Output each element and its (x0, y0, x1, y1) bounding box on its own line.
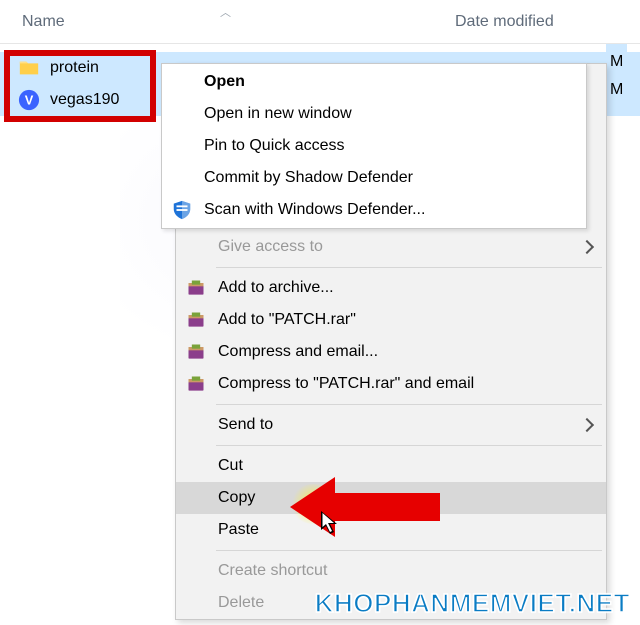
menu-item-open-new-window[interactable]: Open in new window (162, 98, 586, 130)
column-name-header[interactable]: Name (0, 13, 225, 31)
menu-item-add-to-patch-rar[interactable]: Add to "PATCH.rar" (176, 304, 606, 336)
file-name-label: protein (50, 59, 99, 77)
menu-item-cut[interactable]: Cut (176, 450, 606, 482)
column-header-row: Name ︿ Date modified (0, 0, 640, 44)
column-date-header[interactable]: Date modified (225, 13, 554, 31)
menu-item-delete[interactable]: Delete (176, 587, 606, 619)
menu-item-add-to-archive[interactable]: Add to archive... (176, 272, 606, 304)
date-column-peek: M M (606, 44, 627, 108)
context-menu[interactable]: Open Open in new window Pin to Quick acc… (175, 63, 607, 620)
vegas-icon: V (18, 89, 40, 111)
winrar-icon (184, 372, 208, 396)
winrar-icon (184, 340, 208, 364)
svg-text:V: V (25, 93, 34, 108)
winrar-icon (184, 308, 208, 332)
menu-item-open[interactable]: Open (162, 66, 586, 98)
context-menu-top-group: Open Open in new window Pin to Quick acc… (161, 63, 587, 229)
menu-item-copy[interactable]: Copy (176, 482, 606, 514)
menu-item-create-shortcut[interactable]: Create shortcut (176, 555, 606, 587)
menu-item-paste[interactable]: Paste (176, 514, 606, 546)
winrar-icon (184, 276, 208, 300)
file-name-label: vegas190 (50, 91, 119, 109)
menu-separator (216, 267, 602, 268)
menu-item-compress-patch-email[interactable]: Compress to "PATCH.rar" and email (176, 368, 606, 400)
menu-separator (216, 404, 602, 405)
menu-item-give-access-to[interactable]: Give access to (176, 231, 606, 263)
menu-separator (216, 445, 602, 446)
menu-item-compress-email[interactable]: Compress and email... (176, 336, 606, 368)
sort-indicator-icon: ︿ (220, 4, 231, 20)
menu-separator (216, 550, 602, 551)
menu-item-scan-defender[interactable]: Scan with Windows Defender... (162, 194, 586, 226)
menu-item-pin-quick-access[interactable]: Pin to Quick access (162, 130, 586, 162)
menu-item-send-to[interactable]: Send to (176, 409, 606, 441)
menu-item-commit-shadow-defender[interactable]: Commit by Shadow Defender (162, 162, 586, 194)
defender-shield-icon (170, 198, 194, 222)
folder-icon (18, 57, 40, 79)
